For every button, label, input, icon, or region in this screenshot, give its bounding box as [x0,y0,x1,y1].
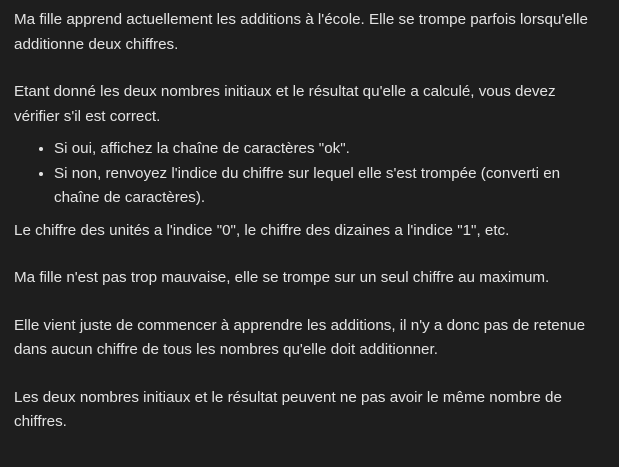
paragraph-single-error: Ma fille n'est pas trop mauvaise, elle s… [14,269,550,286]
paragraph-intro: Ma fille apprend actuellement les additi… [14,11,588,53]
paragraph-no-carry: Elle vient juste de commencer à apprendr… [14,316,586,359]
problem-statement: Ma fille apprend actuellement les additi… [14,8,605,435]
paragraph-digit-count: Les deux nombres initiaux et le résultat… [14,388,562,431]
output-rules-list: Si oui, affichez la chaîne de caractères… [14,137,605,211]
list-item: Si non, renvoyez l'indice du chiffre sur… [54,162,605,211]
paragraph-task: Etant donné les deux nombres initiaux et… [14,83,556,125]
list-item: Si oui, affichez la chaîne de caractères… [54,137,605,162]
paragraph-index-rule: Le chiffre des unités a l'indice "0", le… [14,221,510,239]
